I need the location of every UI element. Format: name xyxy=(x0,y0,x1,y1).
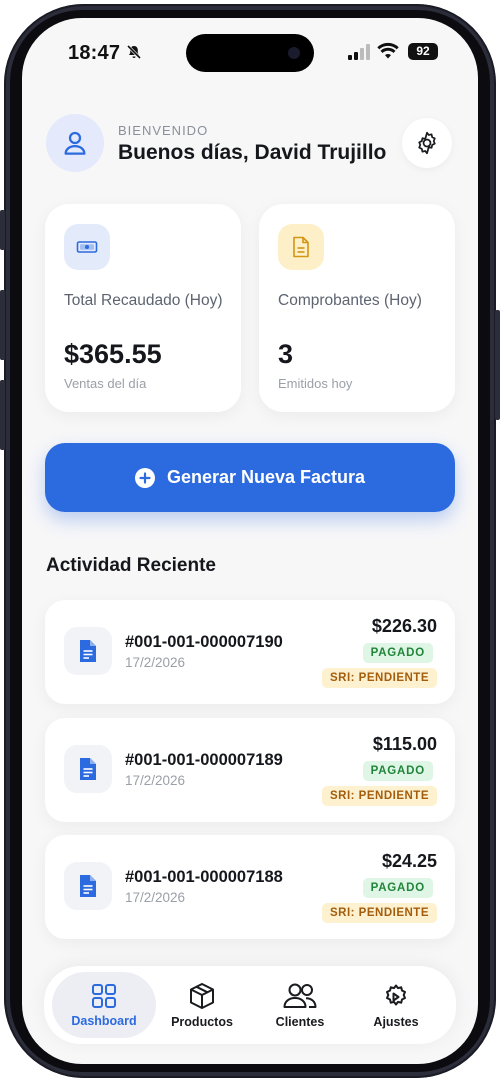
sri-status-badge: SRI: PENDIENTE xyxy=(321,903,437,923)
welcome-eyebrow: BIENVENIDO xyxy=(118,123,209,138)
nav-label: Dashboard xyxy=(71,1014,137,1028)
nav-item-productos[interactable]: Productos xyxy=(150,972,254,1038)
signal-icon xyxy=(348,44,370,60)
battery-indicator: 92 xyxy=(408,43,438,60)
paid-badge: PAGADO xyxy=(362,643,433,663)
nav-label: Productos xyxy=(171,1015,233,1029)
nav-item-ajustes[interactable]: Ajustes xyxy=(344,972,448,1038)
bottom-nav: Dashboard Productos Clientes Ajustes xyxy=(44,966,456,1044)
invoice-amount: $226.30 xyxy=(371,616,437,636)
new-invoice-button[interactable]: Generar Nueva Factura xyxy=(45,443,455,512)
volume-up-button xyxy=(0,290,5,360)
avatar[interactable] xyxy=(46,114,104,172)
document-icon xyxy=(293,236,309,258)
nav-item-clientes[interactable]: Clientes xyxy=(248,972,352,1038)
invoice-date: 17/2/2026 xyxy=(125,655,186,670)
dynamic-island xyxy=(186,34,314,72)
action-button xyxy=(0,210,5,250)
section-title: Actividad Reciente xyxy=(46,555,216,576)
new-invoice-label: Generar Nueva Factura xyxy=(166,467,366,487)
user-icon xyxy=(64,131,86,155)
bell-off-icon xyxy=(126,44,142,60)
stat-value: 3 xyxy=(278,339,294,369)
stat-card-receipts: Comprobantes (Hoy) 3 Emitidos hoy xyxy=(259,204,455,412)
stat-label: Comprobantes (Hoy) xyxy=(278,292,422,309)
cash-icon xyxy=(76,241,98,253)
nav-label: Clientes xyxy=(275,1015,325,1029)
sri-status-badge: SRI: PENDIENTE xyxy=(321,668,437,688)
status-time: 18:47 xyxy=(68,42,121,64)
stat-value: $365.55 xyxy=(64,339,162,369)
invoice-icon-box xyxy=(64,745,112,793)
invoice-date: 17/2/2026 xyxy=(125,890,186,905)
power-button xyxy=(495,310,500,420)
invoice-number: #001-001-000007188 xyxy=(125,868,283,886)
volume-down-button xyxy=(0,380,5,450)
activity-item[interactable]: #001-001-000007190 17/2/2026 $226.30 PAG… xyxy=(45,600,455,704)
settings-gear-icon xyxy=(386,984,406,1006)
invoice-number: #001-001-000007190 xyxy=(125,633,283,651)
stat-sub: Ventas del día xyxy=(64,376,147,391)
app-screen: 18:47 92 BIENVENIDO Buenos días, David T… xyxy=(22,18,478,1064)
plus-circle-icon xyxy=(134,467,155,488)
stat-sub: Emitidos hoy xyxy=(278,376,353,391)
stat-icon-box xyxy=(278,224,324,270)
box-icon xyxy=(190,983,214,1009)
paid-badge: PAGADO xyxy=(362,761,433,781)
page-title: Buenos días, David Trujillo xyxy=(118,141,387,164)
wifi-icon xyxy=(377,42,399,59)
invoice-amount: $24.25 xyxy=(381,851,437,871)
invoice-document-icon xyxy=(80,640,96,662)
paid-badge: PAGADO xyxy=(362,878,433,898)
stat-icon-box xyxy=(64,224,110,270)
activity-item[interactable]: #001-001-000007188 17/2/2026 $24.25 PAGA… xyxy=(45,835,455,939)
activity-item[interactable]: #001-001-000007189 17/2/2026 $115.00 PAG… xyxy=(45,718,455,822)
front-camera xyxy=(288,47,300,59)
invoice-number: #001-001-000007189 xyxy=(125,751,283,769)
invoice-amount: $115.00 xyxy=(372,734,437,754)
invoice-document-icon xyxy=(80,758,96,780)
gear-icon xyxy=(418,131,436,155)
stat-card-total: Total Recaudado (Hoy) $365.55 Ventas del… xyxy=(45,204,241,412)
invoice-icon-box xyxy=(64,862,112,910)
invoice-document-icon xyxy=(80,875,96,897)
nav-label: Ajustes xyxy=(373,1015,419,1029)
invoice-date: 17/2/2026 xyxy=(125,773,186,788)
stat-label: Total Recaudado (Hoy) xyxy=(64,292,223,309)
invoice-icon-box xyxy=(64,627,112,675)
settings-button[interactable] xyxy=(402,118,452,168)
users-icon xyxy=(283,983,317,1008)
nav-item-dashboard[interactable]: Dashboard xyxy=(52,972,156,1038)
sri-status-badge: SRI: PENDIENTE xyxy=(321,786,437,806)
grid-icon xyxy=(92,984,116,1008)
